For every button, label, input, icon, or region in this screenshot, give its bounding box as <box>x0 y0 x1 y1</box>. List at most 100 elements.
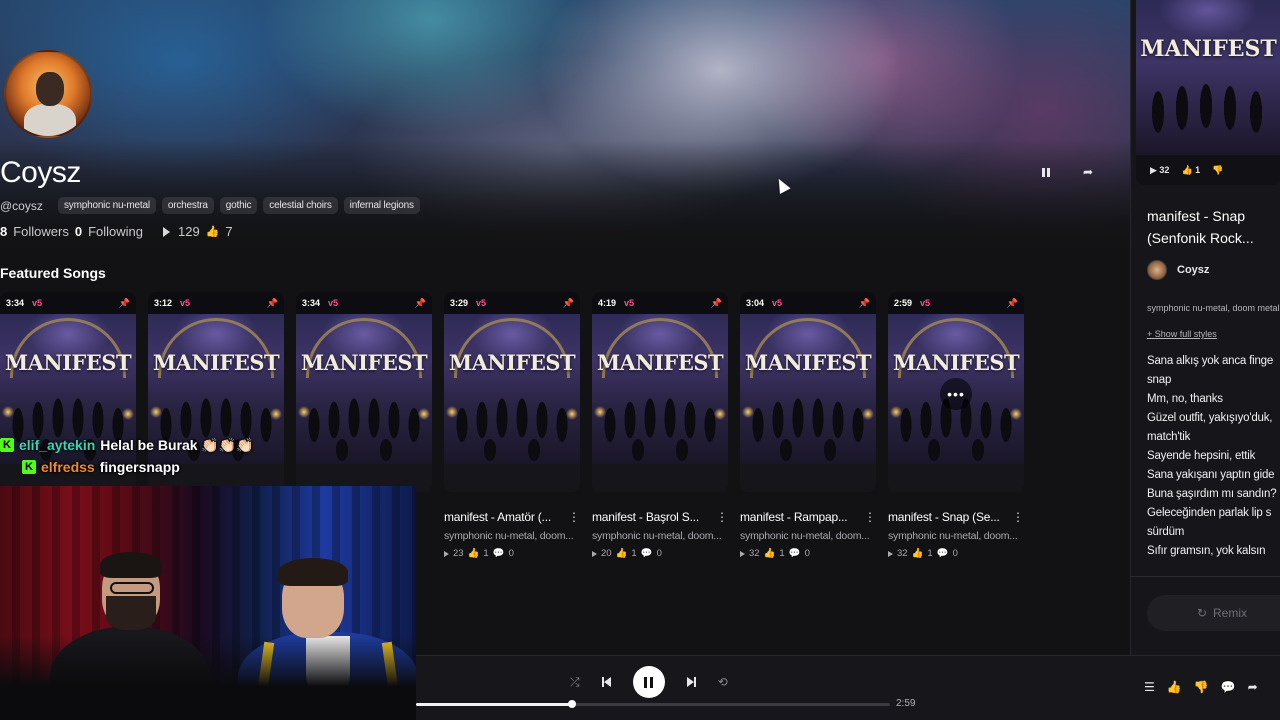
playback-controls: ⤮ ⟲ <box>570 666 728 698</box>
song-cover[interactable]: MANIFEST 3:34 v5 📌 <box>296 292 432 492</box>
song-comments: 0 <box>656 548 662 559</box>
progress-knob[interactable] <box>568 700 577 708</box>
more-options-icon[interactable]: ⋮ <box>716 510 728 524</box>
followers-count: 8 <box>0 224 8 239</box>
song-cover[interactable]: MANIFEST 2:59 v5 📌 ••• <box>888 292 1024 492</box>
featured-songs-title: Featured Songs <box>0 265 106 281</box>
song-title[interactable]: manifest - Başrol S... <box>592 510 699 524</box>
song-cover[interactable]: MANIFEST 4:19 v5 📌 <box>592 292 728 492</box>
like-icon[interactable]: 👍 <box>1167 680 1182 694</box>
progress-bar[interactable] <box>416 700 890 708</box>
song-styles: symphonic nu-metal, doom... <box>444 530 574 542</box>
play-icon <box>888 550 893 557</box>
more-options-overlay-button[interactable]: ••• <box>940 378 972 410</box>
previous-icon <box>601 677 611 687</box>
share-button[interactable]: ➦ <box>1076 160 1100 184</box>
followers-label[interactable]: Followers <box>13 224 69 239</box>
more-options-icon[interactable]: ⋮ <box>864 510 876 524</box>
tag-chip[interactable]: orchestra <box>161 197 214 214</box>
repeat-button[interactable]: ⟲ <box>718 675 728 689</box>
pause-button[interactable] <box>1034 160 1058 184</box>
play-pause-button[interactable] <box>632 666 665 698</box>
more-options-icon[interactable]: ⋮ <box>568 510 580 524</box>
artist-avatar[interactable] <box>4 50 92 138</box>
lyric-line: Güzel outfit, yakışıyo'duk, <box>1147 412 1273 424</box>
comment-icon: 💬 <box>936 548 949 559</box>
tag-chip[interactable]: gothic <box>219 197 258 214</box>
more-options-icon[interactable]: ⋮ <box>1012 510 1024 524</box>
artist-link[interactable]: Coysz <box>1177 264 1209 276</box>
now-playing-cover[interactable]: MANIFEST ▶ 32 👍 1 👎 <box>1136 0 1280 185</box>
song-title[interactable]: manifest - Snap (Se... <box>888 510 1000 524</box>
artist-handle: @coysz <box>0 199 43 213</box>
song-plays: 20 <box>601 548 612 559</box>
stream-chat-overlay: K elif_aytekin Helal be Burak 👏🏻👏🏻👏🏻 K e… <box>0 434 254 478</box>
play-icon[interactable]: ▶ 32 <box>1150 165 1169 176</box>
song-likes: 1 <box>779 548 785 559</box>
song-title[interactable]: manifest - Rampap... <box>740 510 847 524</box>
dislike-icon[interactable]: 👎 <box>1194 680 1209 694</box>
song-title[interactable]: manifest - Amatör (... <box>444 510 551 524</box>
song-likes: 1 <box>631 548 637 559</box>
lyric-line: Buna şaşırdım mı sandın? <box>1147 488 1277 500</box>
version-badge: v5 <box>180 298 191 308</box>
song-card[interactable]: MANIFEST 4:19 v5 📌 manifest - Başrol S... ⋮… <box>592 292 728 559</box>
song-cover[interactable]: MANIFEST 3:04 v5 📌 <box>740 292 876 492</box>
tag-chip[interactable]: celestial choirs <box>263 197 338 214</box>
shuffle-button[interactable]: ⤮ <box>570 675 580 690</box>
remix-button[interactable]: ↻ Remix <box>1147 595 1280 631</box>
lyric-line: snap <box>1147 374 1172 386</box>
app-root: Coysz @coysz symphonic nu-metal orchestr… <box>0 0 1280 720</box>
like-icon: 👍 <box>615 548 628 559</box>
artist-tags: symphonic nu-metal orchestra gothic cele… <box>58 197 420 214</box>
song-plays: 23 <box>453 548 464 559</box>
previous-button[interactable] <box>601 677 611 687</box>
song-stats: 23 👍 1 💬 0 <box>444 548 580 559</box>
pin-icon: 📌 <box>710 297 722 308</box>
divider <box>1131 576 1280 577</box>
comment-icon[interactable]: 💬 <box>1221 680 1236 694</box>
share-icon[interactable]: ➦ <box>1248 680 1258 694</box>
song-stats: 32 👍 1 💬 0 <box>888 548 1024 559</box>
version-badge: v5 <box>920 298 931 308</box>
pause-icon <box>1042 167 1050 177</box>
queue-icon[interactable]: ☰ <box>1144 680 1155 694</box>
cover-logo: MANIFEST <box>744 350 872 375</box>
hero-actions: ➦ <box>1034 160 1100 184</box>
show-full-styles-link[interactable]: + Show full styles <box>1147 329 1217 339</box>
song-styles: symphonic nu-metal, doom... <box>740 530 870 542</box>
dislike-icon[interactable]: 👎 <box>1212 165 1223 176</box>
share-icon: ➦ <box>1082 165 1094 179</box>
lyric-line: match'tik <box>1147 431 1191 443</box>
play-icon <box>740 550 745 557</box>
song-card[interactable]: MANIFEST 2:59 v5 📌 ••• manifest - Snap (Se… <box>888 292 1024 559</box>
song-card[interactable]: MANIFEST 3:04 v5 📌 manifest - Rampap... ⋮ s… <box>740 292 876 559</box>
tag-chip[interactable]: symphonic nu-metal <box>58 197 156 214</box>
like-icon[interactable]: 👍 1 <box>1181 165 1200 176</box>
lyric-line: Sayende hepsini, ettik <box>1147 450 1256 462</box>
song-cover[interactable]: MANIFEST 3:29 v5 📌 <box>444 292 580 492</box>
version-badge: v5 <box>476 298 487 308</box>
play-count-icon <box>163 226 171 237</box>
tag-chip[interactable]: infernal legions <box>343 197 420 214</box>
song-stats: 20 👍 1 💬 0 <box>592 548 728 559</box>
play-icon <box>592 550 597 557</box>
song-card[interactable]: MANIFEST 3:29 v5 📌 manifest - Amatör (... ⋮… <box>444 292 580 559</box>
song-comments: 0 <box>804 548 810 559</box>
play-count: 129 <box>178 224 200 239</box>
following-label[interactable]: Following <box>88 224 143 239</box>
lyric-line: Sana yakışanı yaptın gide <box>1147 469 1275 481</box>
version-badge: v5 <box>328 298 339 308</box>
pin-icon: 📌 <box>266 297 278 308</box>
song-styles: symphonic nu-metal, doom... <box>592 530 722 542</box>
like-icon: 👍 <box>763 548 776 559</box>
version-badge: v5 <box>624 298 635 308</box>
artist-name: Coysz <box>0 156 81 189</box>
pin-icon: 📌 <box>414 297 426 308</box>
chat-message: K elfredss fingersnapp <box>0 456 254 478</box>
cover-logo: MANIFEST <box>1140 36 1277 62</box>
play-icon <box>444 550 449 557</box>
now-playing-artist[interactable]: Coysz <box>1147 260 1209 280</box>
cover-logo: MANIFEST <box>448 350 576 375</box>
next-button[interactable] <box>686 677 696 687</box>
